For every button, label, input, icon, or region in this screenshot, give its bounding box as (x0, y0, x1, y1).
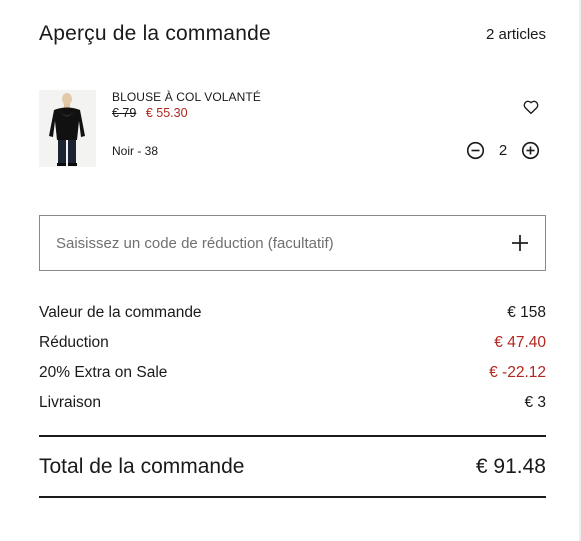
summary-label: 20% Extra on Sale (39, 364, 168, 381)
total-label: Total de la commande (39, 454, 245, 478)
discount-code-field (39, 215, 546, 271)
quantity-stepper: 2 (466, 141, 540, 160)
summary-row-order-value: Valeur de la commande € 158 (39, 298, 546, 328)
summary-row-extra-sale: 20% Extra on Sale € -22.12 (39, 358, 546, 388)
summary-label: Livraison (39, 394, 102, 411)
blouse-photo-icon (39, 90, 96, 167)
product-prices: € 79 € 55.30 (112, 106, 188, 120)
summary-row-discount: Réduction € 47.40 (39, 328, 546, 358)
plus-circle-icon[interactable] (521, 141, 540, 160)
plus-icon[interactable] (511, 234, 529, 252)
original-price: € 79 (112, 106, 137, 120)
summary-value: € -22.12 (489, 364, 546, 381)
summary-label: Valeur de la commande (39, 304, 202, 321)
total-value: € 91.48 (475, 454, 546, 478)
summary-value: € 47.40 (494, 334, 546, 351)
summary-row-shipping: Livraison € 3 (39, 388, 546, 418)
summary-value: € 3 (524, 394, 546, 411)
product-name[interactable]: BLOUSE À COL VOLANTÉ (112, 90, 261, 104)
summary-label: Réduction (39, 334, 109, 351)
order-total: Total de la commande € 91.48 (39, 435, 546, 498)
order-summary-header: Aperçu de la commande 2 articles (39, 22, 546, 46)
order-summary-list: Valeur de la commande € 158 Réduction € … (39, 298, 546, 418)
product-variant: Noir - 38 (112, 144, 159, 158)
sale-price: € 55.30 (145, 106, 188, 120)
item-count: 2 articles (485, 25, 546, 43)
product-image[interactable] (39, 90, 96, 167)
cart-item: BLOUSE À COL VOLANTÉ € 79 € 55.30 Noir -… (39, 90, 546, 170)
heart-icon[interactable] (522, 98, 540, 116)
summary-value: € 158 (507, 304, 546, 321)
quantity-value: 2 (498, 142, 508, 159)
discount-code-input[interactable] (56, 234, 511, 252)
minus-circle-icon[interactable] (466, 141, 485, 160)
page-title: Aperçu de la commande (39, 22, 271, 45)
